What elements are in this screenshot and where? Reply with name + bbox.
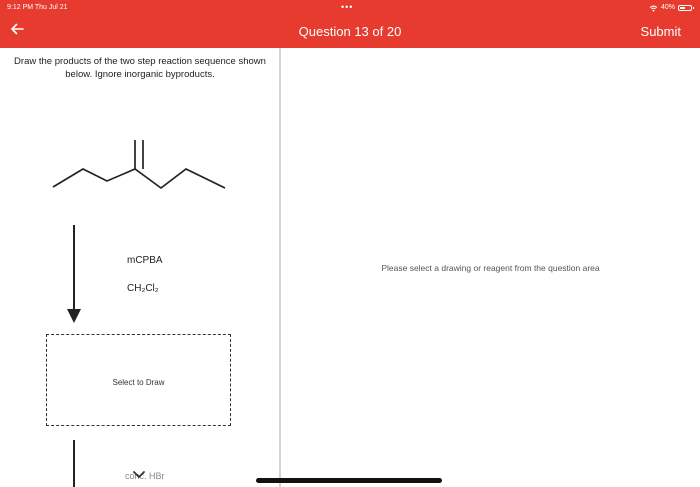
status-time: 9:12 PM Thu Jul 21 <box>7 4 68 11</box>
reaction-arrow-step-1 <box>67 225 81 323</box>
submit-button[interactable]: Submit <box>641 24 681 39</box>
drawing-area-placeholder: Please select a drawing or reagent from … <box>381 263 600 273</box>
reaction-arrow-step-2 <box>73 440 75 487</box>
multitask-dots[interactable]: ••• <box>341 2 353 12</box>
question-instructions: Draw the products of the two step reacti… <box>14 56 266 80</box>
reagent-mcpba: mCPBA <box>127 255 163 266</box>
status-indicators: 40% <box>649 4 694 12</box>
battery-percent: 40% <box>660 4 675 11</box>
chevron-down-icon[interactable] <box>132 470 146 479</box>
starting-material-structure[interactable] <box>45 135 235 195</box>
wifi-icon <box>649 5 658 12</box>
battery-icon <box>678 5 694 11</box>
question-title: Question 13 of 20 <box>298 24 402 39</box>
draw-box-label: Select to Draw <box>112 378 165 387</box>
home-indicator[interactable] <box>256 478 442 483</box>
reagent-ch2cl2: CH₂Cl₂ <box>127 283 159 294</box>
header-bar: 9:12 PM Thu Jul 21 40% ••• Question 13 o… <box>0 0 700 48</box>
product-draw-box[interactable]: Select to Draw <box>46 334 231 426</box>
